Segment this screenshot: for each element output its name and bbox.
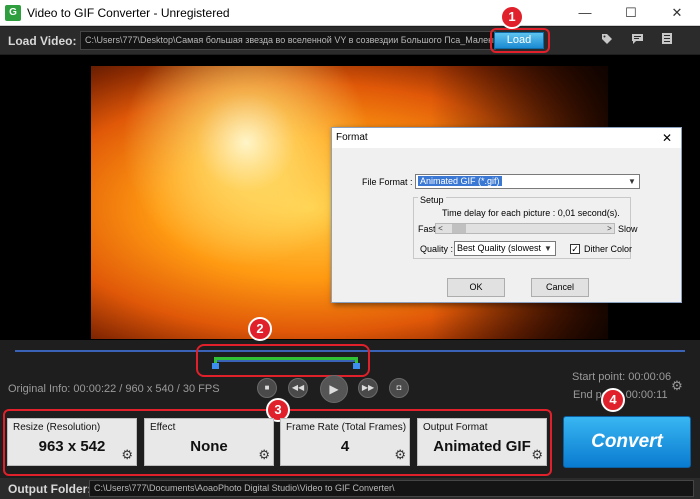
- timeline-highlight-ring: [196, 344, 370, 377]
- dither-color-checkbox[interactable]: ✓: [570, 244, 580, 254]
- delay-slider-thumb[interactable]: [452, 224, 466, 233]
- effect-title: Effect: [150, 422, 176, 433]
- stop-button[interactable]: ■: [257, 378, 277, 398]
- output-folder-bar: Output Folder: C:\Users\777\Documents\Ao…: [0, 478, 700, 499]
- format-dialog-close-button[interactable]: ✕: [659, 128, 675, 148]
- output-format-value: Animated GIF: [433, 438, 531, 455]
- frame-rate-title: Frame Rate (Total Frames): [286, 422, 406, 433]
- minimize-button[interactable]: —: [562, 0, 608, 26]
- ok-button[interactable]: OK: [447, 278, 505, 297]
- delay-text: Time delay for each picture : 0,01 secon…: [442, 208, 620, 218]
- gear-icon[interactable]: ⚙: [258, 447, 270, 463]
- frame-rate-value: 4: [340, 438, 350, 455]
- chevron-down-icon: ▼: [625, 175, 639, 188]
- convert-button[interactable]: Convert: [563, 416, 691, 468]
- step-badge-2: 2: [248, 317, 272, 341]
- format-dialog-title: Format: [332, 128, 681, 148]
- list-icon[interactable]: [656, 31, 678, 51]
- quality-value: Best Quality (slowest: [457, 243, 542, 253]
- output-folder-label: Output Folder:: [8, 482, 92, 496]
- frame-rate-panel[interactable]: Frame Rate (Total Frames) 4 ⚙: [280, 418, 410, 466]
- output-format-title: Output Format: [423, 422, 488, 433]
- fast-label: Fast: [418, 224, 436, 234]
- resize-panel[interactable]: Resize (Resolution) 963 x 542 ⚙: [7, 418, 137, 466]
- frame-rate-title-text: Frame Rate: [286, 422, 339, 433]
- gear-icon[interactable]: ⚙: [531, 447, 543, 463]
- video-path-field[interactable]: C:\Users\777\Desktop\Самая большая звезд…: [80, 31, 496, 50]
- step-badge-4: 4: [601, 388, 625, 412]
- chevron-down-icon: ▼: [541, 242, 555, 255]
- snapshot-button[interactable]: ◘: [389, 378, 409, 398]
- gear-icon[interactable]: ⚙: [670, 379, 684, 393]
- load-video-label: Load Video:: [8, 34, 77, 48]
- load-highlight-ring: [490, 28, 550, 53]
- maximize-button[interactable]: ☐: [608, 0, 654, 26]
- tag-icon[interactable]: [596, 31, 618, 51]
- load-video-bar: Load Video: C:\Users\777\Desktop\Самая б…: [0, 27, 700, 54]
- close-button[interactable]: ✕: [654, 0, 700, 26]
- delay-slider[interactable]: < >: [435, 223, 615, 234]
- gear-icon[interactable]: ⚙: [394, 447, 406, 463]
- output-folder-path[interactable]: C:\Users\777\Documents\AoaoPhoto Digital…: [89, 480, 694, 497]
- next-button[interactable]: ▶▶: [358, 378, 378, 398]
- app-window: G Video to GIF Converter - Unregistered …: [0, 0, 700, 499]
- dither-color-label: Dither Color: [584, 244, 633, 254]
- window-title: Video to GIF Converter - Unregistered: [27, 6, 230, 20]
- effect-value: None: [190, 438, 228, 455]
- file-format-select[interactable]: Animated GIF (*.gif) ▼: [415, 174, 640, 189]
- play-button[interactable]: ▶: [320, 375, 348, 403]
- effect-panel[interactable]: Effect None ⚙: [144, 418, 274, 466]
- app-logo-icon: G: [5, 5, 21, 21]
- resize-value: 963 x 542: [38, 438, 106, 455]
- comment-icon[interactable]: [626, 31, 648, 51]
- timeline-area: Original Info: 00:00:22 / 960 x 540 / 30…: [0, 340, 700, 408]
- file-format-value: Animated GIF (*.gif): [418, 176, 502, 186]
- quality-label: Quality :: [420, 244, 454, 254]
- resize-title: Resize (Resolution): [13, 422, 101, 433]
- quality-select[interactable]: Best Quality (slowest ▼: [454, 241, 556, 256]
- gear-icon[interactable]: ⚙: [121, 447, 133, 463]
- previous-button[interactable]: ◀◀: [288, 378, 308, 398]
- file-format-label: File Format :: [362, 177, 413, 187]
- cancel-button[interactable]: Cancel: [531, 278, 589, 297]
- setup-label: Setup: [418, 195, 446, 205]
- format-dialog: Format ✕ File Format : Animated GIF (*.g…: [331, 127, 682, 303]
- output-format-panel[interactable]: Output Format Animated GIF ⚙: [417, 418, 547, 466]
- chevron-right-icon[interactable]: >: [605, 224, 614, 233]
- slow-label: Slow: [618, 224, 638, 234]
- start-point-text: Start point: 00:00:06: [572, 371, 672, 383]
- chevron-left-icon[interactable]: <: [436, 224, 445, 233]
- step-badge-1: 1: [500, 5, 524, 29]
- frame-rate-title-sub: (Total Frames): [341, 422, 407, 433]
- title-bar: G Video to GIF Converter - Unregistered …: [0, 0, 700, 26]
- original-info-text: Original Info: 00:00:22 / 960 x 540 / 30…: [8, 383, 220, 395]
